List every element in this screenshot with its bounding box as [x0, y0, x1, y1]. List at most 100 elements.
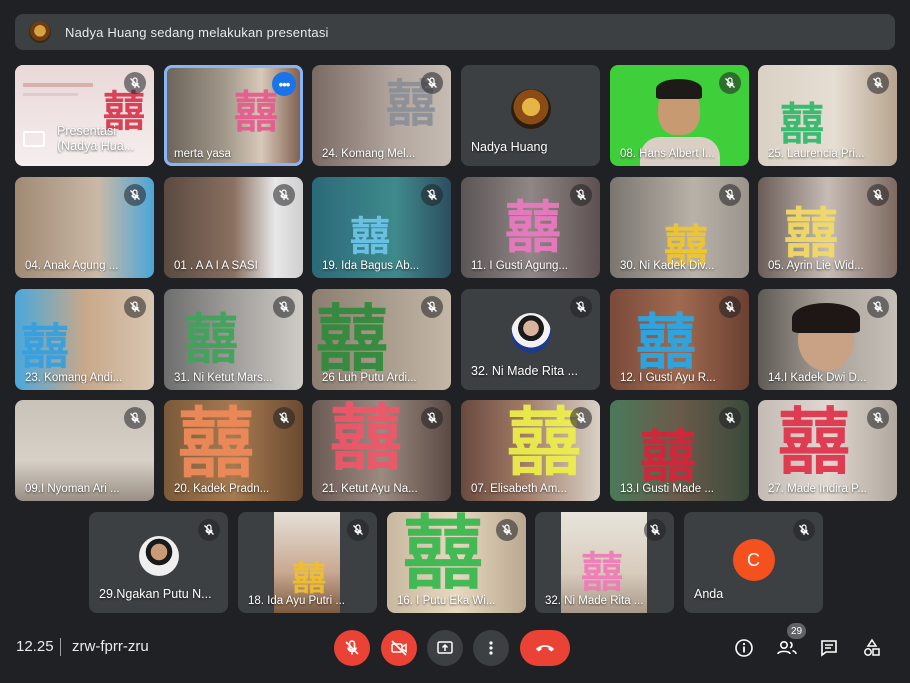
- participant-tile[interactable]: 29.Ngakan Putu N...: [89, 512, 228, 613]
- participant-name: 16. I Putu Eka Wi...: [397, 595, 496, 607]
- double-happiness-paper: 囍: [403, 512, 483, 600]
- more-vert-icon: [489, 641, 493, 655]
- mic-off-icon: [496, 519, 518, 541]
- participant-name: 08. Hans Albert I...: [620, 148, 715, 160]
- participant-name: 23. Komang Andi...: [25, 372, 123, 384]
- double-happiness-paper: 囍: [330, 400, 403, 480]
- participant-tile[interactable]: 囍 07. Elisabeth Am...: [461, 400, 600, 501]
- presentation-banner: Nadya Huang sedang melakukan presentasi: [15, 14, 895, 50]
- participant-name: 29.Ngakan Putu N...: [99, 587, 212, 601]
- participant-name: 19. Ida Bagus Ab...: [322, 260, 420, 272]
- participant-avatar: [510, 313, 551, 354]
- mic-off-icon: [570, 184, 592, 206]
- participant-name: 14.I Kadek Dwi D...: [768, 372, 867, 384]
- camera-toggle-button[interactable]: [381, 630, 417, 666]
- mic-off-icon: [273, 407, 295, 429]
- participant-tile[interactable]: 囍 Presentasi (Nadya Hua...: [15, 65, 154, 166]
- participant-avatar: [138, 536, 179, 577]
- double-happiness-paper: 囍: [316, 297, 389, 381]
- participant-count-badge: 29: [787, 623, 806, 639]
- mic-off-icon: [421, 296, 443, 318]
- mic-off-icon: [867, 296, 889, 318]
- participant-name: 11. I Gusti Agung...: [471, 260, 568, 272]
- participant-tile[interactable]: 囍 32. Ni Made Rita ...: [535, 512, 674, 613]
- double-happiness-paper: 囍: [784, 202, 838, 265]
- participant-tile[interactable]: 囍 31. Ni Ketut Mars...: [164, 289, 303, 390]
- participant-tile[interactable]: 囍 11. I Gusti Agung...: [461, 177, 600, 278]
- participant-tile[interactable]: 09.I Nyoman Ari ...: [15, 400, 154, 501]
- mic-toggle-button[interactable]: [334, 630, 370, 666]
- participant-tile[interactable]: 04. Anak Agung ...: [15, 177, 154, 278]
- participant-tile[interactable]: 囍 24. Komang Mel...: [312, 65, 451, 166]
- participant-name: 04. Anak Agung ...: [25, 260, 119, 272]
- participant-tile[interactable]: 囍 05. Ayrin Lie Wid...: [758, 177, 897, 278]
- double-happiness-paper: 囍: [636, 308, 696, 378]
- mic-off-icon: [867, 72, 889, 94]
- participant-name: 21. Ketut Ayu Na...: [322, 483, 418, 495]
- participant-name: 26 Luh Putu Ardi...: [322, 372, 417, 384]
- participant-tile[interactable]: 32. Ni Made Rita ...: [461, 289, 600, 390]
- participant-name: Anda: [694, 587, 724, 601]
- participant-name: 24. Komang Mel...: [322, 148, 416, 160]
- mic-off-icon: [570, 407, 592, 429]
- meeting-code: zrw-fprr-zru: [72, 638, 149, 655]
- participant-tile[interactable]: 08. Hans Albert I...: [610, 65, 749, 166]
- mic-off-icon: [719, 407, 741, 429]
- participant-tile[interactable]: 01 . A A I A SASI: [164, 177, 303, 278]
- hang-up-icon: [536, 645, 554, 652]
- self-avatar: C: [732, 539, 775, 582]
- double-happiness-paper: 囍: [581, 548, 624, 597]
- mic-off-icon: [867, 407, 889, 429]
- meeting-info-button[interactable]: [730, 634, 758, 662]
- participant-tile[interactable]: 囍 21. Ketut Ayu Na...: [312, 400, 451, 501]
- divider: [60, 638, 61, 656]
- more-options-icon[interactable]: •••: [272, 72, 296, 96]
- more-options-button[interactable]: [473, 630, 509, 666]
- participant-name: 05. Ayrin Lie Wid...: [768, 260, 864, 272]
- screen-share-icon: [23, 131, 45, 147]
- participant-name: 12. I Gusti Ayu R...: [620, 372, 716, 384]
- activities-button[interactable]: [858, 634, 886, 662]
- people-icon: [777, 640, 797, 655]
- mic-off-icon: [124, 72, 146, 94]
- double-happiness-paper: 囍: [178, 400, 254, 488]
- participant-name: 31. Ni Ketut Mars...: [174, 372, 273, 384]
- participant-tile[interactable]: 囍 19. Ida Bagus Ab...: [312, 177, 451, 278]
- participant-tile[interactable]: 囍 16. I Putu Eka Wi...: [387, 512, 526, 613]
- leave-call-button[interactable]: [520, 630, 570, 666]
- presentation-banner-text: Nadya Huang sedang melakukan presentasi: [65, 24, 329, 40]
- participant-tile[interactable]: 囍 13.I Gusti Made ...: [610, 400, 749, 501]
- participant-tile[interactable]: Nadya Huang: [461, 65, 600, 166]
- mic-off-icon: [345, 640, 359, 655]
- camera-off-icon: [391, 640, 407, 656]
- participant-tile[interactable]: 囍 27. Made Indira P...: [758, 400, 897, 501]
- participant-tile[interactable]: 囍 merta yasa •••: [164, 65, 303, 166]
- participant-name: 13.I Gusti Made ...: [620, 483, 714, 495]
- self-tile[interactable]: C Anda: [684, 512, 823, 613]
- participant-tile[interactable]: 囍 20. Kadek Pradn...: [164, 400, 303, 501]
- mic-off-icon: [124, 296, 146, 318]
- participant-tile[interactable]: 囍 12. I Gusti Ayu R...: [610, 289, 749, 390]
- double-happiness-paper: 囍: [21, 319, 70, 375]
- participant-tile[interactable]: 囍 23. Komang Andi...: [15, 289, 154, 390]
- present-screen-button[interactable]: [427, 630, 463, 666]
- participant-tile[interactable]: 囍 26 Luh Putu Ardi...: [312, 289, 451, 390]
- mic-off-icon: [273, 296, 295, 318]
- participant-name: Nadya Huang: [471, 140, 548, 154]
- bottom-toolbar: 12.25 zrw-fprr-zru 29: [0, 620, 910, 683]
- participant-name: 30. Ni Kadek Div...: [620, 260, 715, 272]
- participant-name: 27. Made Indira P...: [768, 483, 867, 495]
- participant-tile[interactable]: 囍 25. Laurencia Pri...: [758, 65, 897, 166]
- chat-button[interactable]: [815, 634, 843, 662]
- participant-name: 18. Ida Ayu Putri ...: [248, 595, 345, 607]
- participant-tile[interactable]: 囍 30. Ni Kadek Div...: [610, 177, 749, 278]
- present-icon: [437, 641, 453, 654]
- participant-name: 09.I Nyoman Ari ...: [25, 483, 120, 495]
- participant-tile[interactable]: 14.I Kadek Dwi D...: [758, 289, 897, 390]
- double-happiness-paper: 囍: [292, 559, 326, 599]
- double-happiness-paper: 囍: [505, 196, 561, 261]
- double-happiness-paper: 囍: [184, 308, 238, 371]
- mic-off-icon: [421, 72, 443, 94]
- participant-tile[interactable]: 囍 18. Ida Ayu Putri ...: [238, 512, 377, 613]
- presenter-avatar: [29, 21, 51, 43]
